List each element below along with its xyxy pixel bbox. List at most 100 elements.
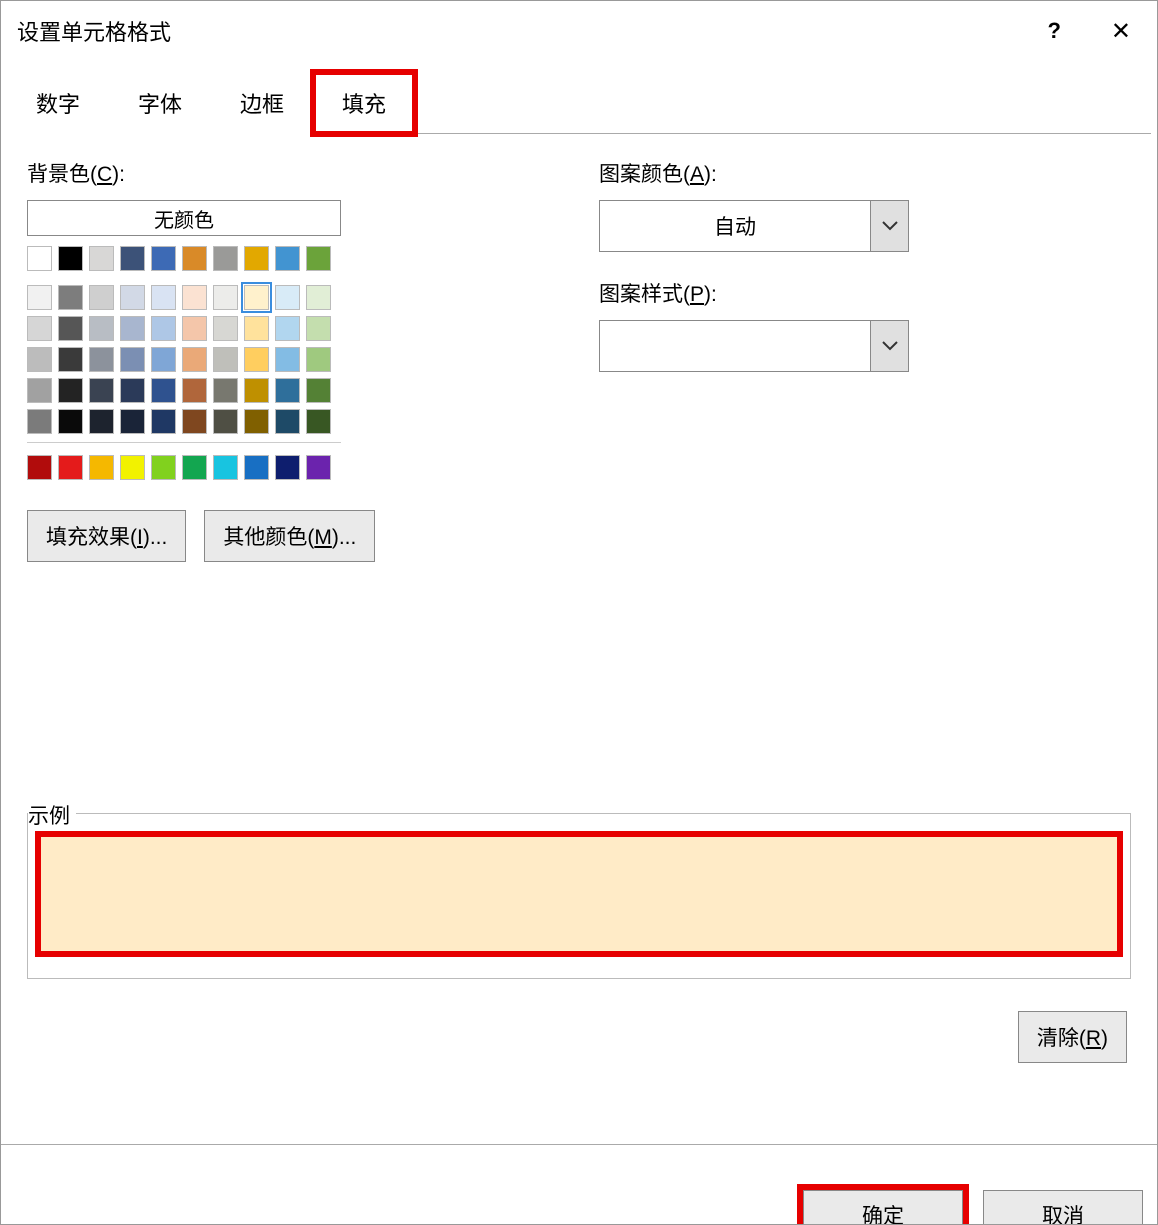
color-swatch[interactable] (120, 347, 145, 372)
color-swatch[interactable] (120, 285, 145, 310)
pattern-style-combo[interactable] (599, 320, 909, 372)
close-icon[interactable]: ✕ (1101, 17, 1141, 46)
color-swatch[interactable] (213, 316, 238, 341)
label-text: 图案颜色( (599, 163, 690, 186)
color-swatch[interactable] (89, 316, 114, 341)
color-swatch[interactable] (89, 378, 114, 403)
color-swatch[interactable] (182, 316, 207, 341)
color-swatch[interactable] (244, 455, 269, 480)
color-swatch[interactable] (27, 455, 52, 480)
tab-字体[interactable]: 字体 (109, 72, 211, 134)
label-accel: A (690, 163, 704, 186)
color-swatch[interactable] (58, 409, 83, 434)
color-swatch[interactable] (58, 378, 83, 403)
tab-数字[interactable]: 数字 (7, 72, 109, 134)
tab-边框[interactable]: 边框 (211, 72, 313, 134)
color-swatch[interactable] (275, 285, 300, 310)
color-swatch[interactable] (89, 246, 114, 271)
color-swatch[interactable] (58, 347, 83, 372)
color-swatch[interactable] (151, 455, 176, 480)
color-swatch[interactable] (306, 316, 331, 341)
color-swatch[interactable] (213, 246, 238, 271)
btn-text: 清除( (1037, 1027, 1086, 1050)
ok-button[interactable]: 确定 (803, 1190, 963, 1225)
color-swatch[interactable] (244, 246, 269, 271)
color-swatch[interactable] (58, 316, 83, 341)
color-swatch[interactable] (306, 285, 331, 310)
color-swatch[interactable] (120, 455, 145, 480)
color-swatch[interactable] (27, 246, 52, 271)
color-swatch[interactable] (89, 455, 114, 480)
right-column: 图案颜色(A): 自动 图案样式(P): (599, 158, 1131, 562)
btn-accel: M (314, 526, 332, 549)
color-swatch[interactable] (182, 378, 207, 403)
pattern-color-combo[interactable]: 自动 (599, 200, 909, 252)
color-swatch[interactable] (89, 285, 114, 310)
color-swatch[interactable] (244, 378, 269, 403)
fill-effects-button[interactable]: 填充效果(I)... (27, 510, 186, 562)
color-swatch[interactable] (306, 347, 331, 372)
color-swatch[interactable] (244, 285, 269, 310)
color-swatch[interactable] (182, 455, 207, 480)
color-swatch[interactable] (275, 409, 300, 434)
color-swatch[interactable] (275, 246, 300, 271)
color-swatch[interactable] (120, 246, 145, 271)
color-swatch[interactable] (182, 409, 207, 434)
color-swatch[interactable] (120, 378, 145, 403)
color-swatch[interactable] (213, 347, 238, 372)
color-swatch[interactable] (120, 409, 145, 434)
left-column: 背景色(C): 无颜色 填充效果(I)... 其他颜色(M)... (27, 158, 559, 562)
color-swatch[interactable] (27, 316, 52, 341)
cancel-button[interactable]: 取消 (983, 1190, 1143, 1225)
color-swatch[interactable] (151, 378, 176, 403)
more-colors-button[interactable]: 其他颜色(M)... (204, 510, 375, 562)
color-swatch[interactable] (182, 285, 207, 310)
color-swatch[interactable] (275, 347, 300, 372)
chevron-down-icon[interactable] (870, 201, 908, 251)
btn-accel: R (1086, 1027, 1101, 1050)
color-swatch[interactable] (151, 409, 176, 434)
color-swatch[interactable] (213, 285, 238, 310)
color-swatch[interactable] (244, 316, 269, 341)
dialog-footer: 确定 取消 (1, 1144, 1157, 1224)
pattern-style-value (600, 321, 870, 371)
color-swatch[interactable] (27, 378, 52, 403)
clear-button[interactable]: 清除(R) (1018, 1011, 1127, 1063)
color-swatch[interactable] (275, 378, 300, 403)
color-swatch[interactable] (58, 455, 83, 480)
color-swatch[interactable] (275, 455, 300, 480)
standard-color-row (27, 455, 347, 480)
color-swatch[interactable] (275, 316, 300, 341)
color-swatch[interactable] (244, 347, 269, 372)
pattern-color-label: 图案颜色(A): (599, 158, 1131, 188)
color-swatch[interactable] (27, 285, 52, 310)
color-swatch[interactable] (58, 246, 83, 271)
color-swatch[interactable] (151, 347, 176, 372)
clear-button-wrap: 清除(R) (1018, 1011, 1127, 1063)
color-swatch[interactable] (182, 347, 207, 372)
format-cells-dialog: 设置单元格格式 ? ✕ 数字字体边框填充 背景色(C): 无颜色 填充效果(I)… (0, 0, 1158, 1225)
color-swatch[interactable] (213, 455, 238, 480)
color-swatch[interactable] (27, 347, 52, 372)
sample-legend: 示例 (28, 800, 76, 830)
chevron-down-icon[interactable] (870, 321, 908, 371)
color-swatch[interactable] (213, 409, 238, 434)
color-swatch[interactable] (306, 409, 331, 434)
color-swatch[interactable] (120, 316, 145, 341)
color-swatch[interactable] (151, 285, 176, 310)
color-swatch[interactable] (58, 285, 83, 310)
color-swatch[interactable] (244, 409, 269, 434)
color-swatch[interactable] (89, 409, 114, 434)
color-swatch[interactable] (151, 246, 176, 271)
help-icon[interactable]: ? (1047, 18, 1060, 44)
color-swatch[interactable] (306, 246, 331, 271)
color-swatch[interactable] (182, 246, 207, 271)
color-swatch[interactable] (213, 378, 238, 403)
color-swatch[interactable] (306, 378, 331, 403)
color-swatch[interactable] (89, 347, 114, 372)
no-color-button[interactable]: 无颜色 (27, 200, 341, 236)
color-swatch[interactable] (151, 316, 176, 341)
color-swatch[interactable] (306, 455, 331, 480)
tab-填充[interactable]: 填充 (313, 72, 415, 134)
color-swatch[interactable] (27, 409, 52, 434)
